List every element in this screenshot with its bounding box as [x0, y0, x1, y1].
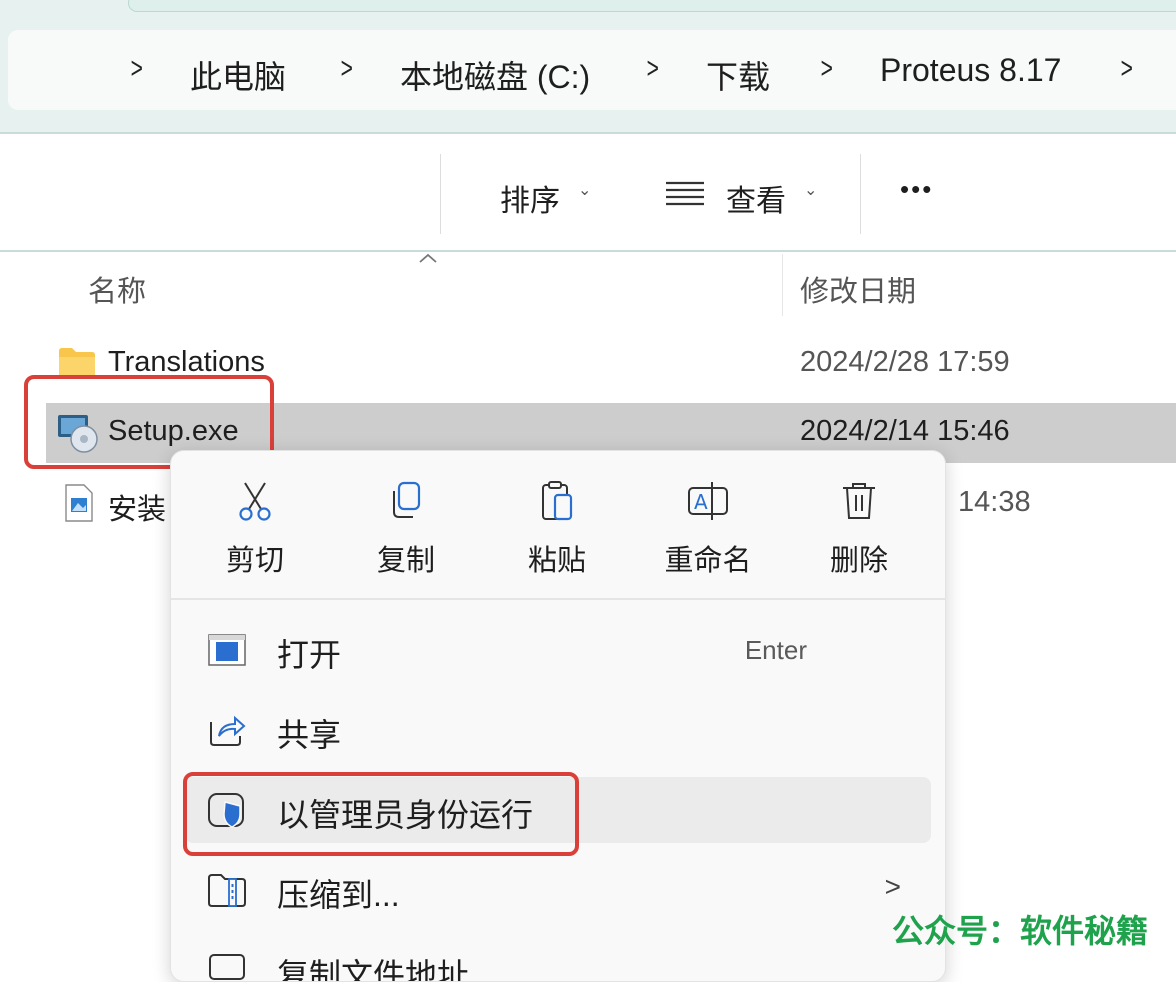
breadcrumb-downloads[interactable]: 下载	[706, 52, 770, 98]
delete-label: 删除	[829, 545, 888, 577]
file-date: 2024/2/14 15:46	[800, 415, 1010, 447]
breadcrumb-proteus[interactable]: Proteus 8.17	[880, 52, 1061, 89]
toolbar-divider	[440, 154, 441, 234]
menu-item-copy-path[interactable]: 复制文件地址	[185, 937, 931, 982]
menu-item-share[interactable]: 共享	[185, 697, 931, 763]
breadcrumb-separator[interactable]: >	[131, 52, 143, 86]
menu-item-label: 打开	[277, 637, 342, 673]
menu-item-shortcut: Enter	[744, 635, 807, 665]
trash-icon	[843, 483, 875, 519]
command-bar: 排序 ⌄ 查看 ⌄ •••	[0, 134, 1176, 252]
copy-icon	[393, 481, 421, 518]
rename-button[interactable]: A 重命名	[648, 471, 768, 581]
paste-button[interactable]: 粘贴	[497, 471, 617, 581]
breadcrumb-separator[interactable]: >	[647, 52, 659, 86]
file-date: 2024/2/28 17:59	[800, 346, 1010, 378]
toolbar-divider	[860, 154, 861, 234]
menu-item-label: 共享	[277, 717, 342, 753]
image-file-icon	[65, 484, 93, 522]
chevron-right-icon: >	[884, 871, 901, 902]
rename-icon: A	[688, 482, 728, 520]
breadcrumb-this-pc[interactable]: 此电脑	[190, 52, 286, 98]
breadcrumb: > 此电脑 > 本地磁盘 (C:) > 下载 > Proteus 8.17 >	[0, 30, 1176, 110]
breadcrumb-separator[interactable]: >	[341, 52, 353, 86]
menu-item-label: 压缩到...	[277, 877, 400, 913]
menu-divider	[171, 598, 945, 600]
breadcrumb-local-disk[interactable]: 本地磁盘 (C:)	[400, 52, 590, 98]
context-menu: 剪切 复制 粘贴 A 重命名 删除 打开 Enter 共享 以管理员身份运行 压…	[170, 450, 946, 982]
view-label: 查看	[726, 185, 786, 218]
copy-path-icon	[209, 954, 245, 980]
folder-icon	[59, 348, 95, 377]
view-button[interactable]: 查看 ⌄	[650, 164, 840, 224]
zip-folder-icon	[208, 874, 246, 907]
file-date: 14:38	[958, 486, 1031, 518]
watermark-text: 公众号：软件秘籍	[892, 913, 1149, 949]
sort-indicator-icon	[416, 250, 440, 266]
breadcrumb-separator[interactable]: >	[1121, 52, 1133, 86]
list-view-icon	[666, 181, 704, 206]
column-header-modified[interactable]: 修改日期	[800, 268, 916, 310]
cut-label: 剪切	[225, 545, 284, 577]
chevron-down-icon: ⌄	[804, 182, 818, 199]
scissors-icon	[239, 482, 271, 521]
chevron-down-icon: ⌄	[578, 182, 592, 199]
sort-button[interactable]: 排序 ⌄	[470, 164, 620, 224]
breadcrumb-separator[interactable]: >	[821, 52, 833, 86]
svg-text:A: A	[694, 490, 708, 514]
menu-item-open[interactable]: 打开 Enter	[185, 617, 931, 683]
share-icon	[210, 715, 246, 746]
open-window-icon	[208, 634, 246, 666]
menu-item-label: 复制文件地址	[277, 957, 470, 982]
search-box-edge[interactable]	[128, 0, 1176, 12]
more-options-button[interactable]: •••	[900, 174, 933, 205]
copy-button[interactable]: 复制	[346, 471, 466, 581]
cut-button[interactable]: 剪切	[195, 471, 315, 581]
highlight-box-run-as-admin	[183, 772, 579, 856]
rename-label: 重命名	[664, 545, 752, 577]
paste-label: 粘贴	[527, 545, 586, 577]
delete-button[interactable]: 删除	[799, 471, 919, 581]
menu-item-compress[interactable]: 压缩到... >	[185, 857, 931, 923]
copy-label: 复制	[376, 545, 435, 577]
column-header-name[interactable]: 名称	[88, 268, 146, 310]
column-divider[interactable]	[782, 254, 783, 316]
file-name: 安装	[108, 494, 167, 526]
paste-icon	[542, 481, 573, 521]
sort-label: 排序	[500, 185, 560, 218]
